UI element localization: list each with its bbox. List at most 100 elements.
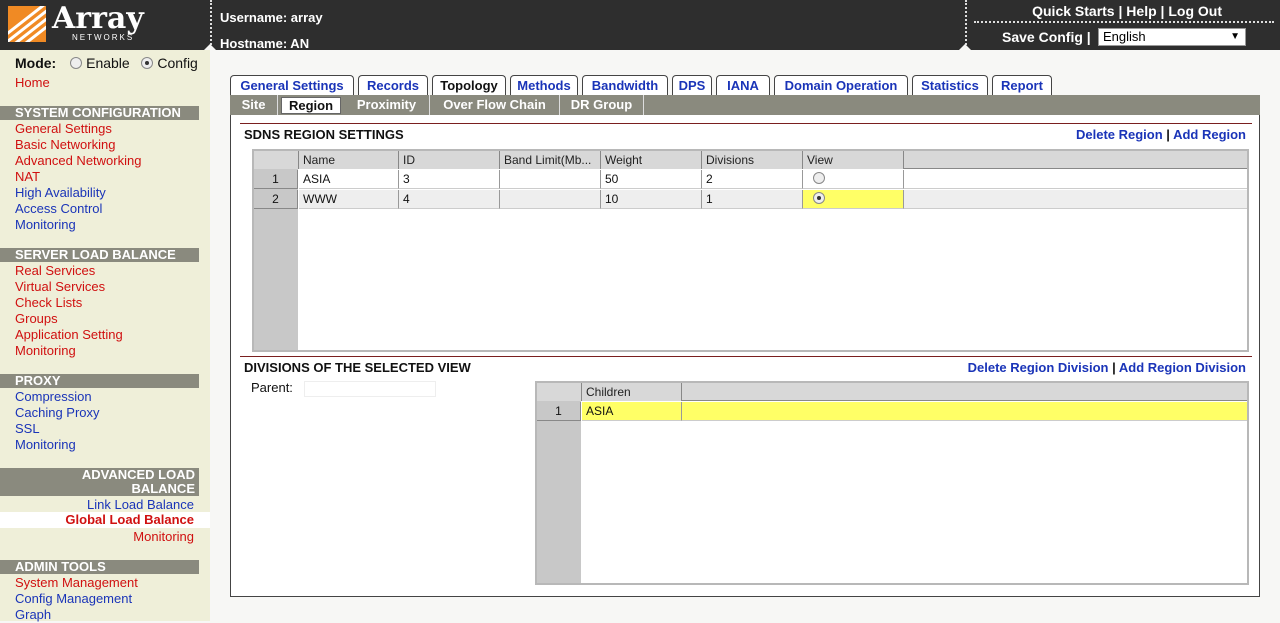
dropdown-arrow-icon: ▼ xyxy=(1230,31,1240,42)
tab-statistics[interactable]: Statistics xyxy=(912,75,988,95)
cell-empty xyxy=(904,170,1247,189)
cell-id[interactable]: 4 xyxy=(399,190,500,209)
top-bar: Array NETWORKS Username: array Hostname:… xyxy=(0,0,1280,51)
sidebar-item-alb-monitoring[interactable]: Monitoring xyxy=(133,529,194,545)
divider xyxy=(974,21,1274,23)
logo-subtext: NETWORKS xyxy=(72,33,135,42)
children-table: Children 1 ASIA xyxy=(535,381,1249,585)
divisions-panel-title: DIVISIONS OF THE SELECTED VIEW xyxy=(244,360,471,375)
divider xyxy=(210,0,212,48)
tab-domain-operation[interactable]: Domain Operation xyxy=(774,75,908,95)
sidebar-item-ssl[interactable]: SSL xyxy=(15,421,40,437)
delete-region-link[interactable]: Delete Region xyxy=(1076,127,1163,142)
cell-weight[interactable]: 50 xyxy=(601,170,702,189)
row-number: 2 xyxy=(254,190,298,209)
section-title-line: ADVANCED LOAD xyxy=(81,467,195,482)
tab-records[interactable]: Records xyxy=(358,75,428,95)
header-links: Quick Starts | Help | Log Out xyxy=(1032,3,1222,19)
add-region-division-link[interactable]: Add Region Division xyxy=(1119,360,1246,375)
cell-band-limit[interactable] xyxy=(500,170,601,189)
cell-weight[interactable]: 10 xyxy=(601,190,702,209)
sidebar-item-system-management[interactable]: System Management xyxy=(15,575,138,591)
username-label: Username: array xyxy=(220,10,323,25)
sidebar: Mode: Enable Config Home SYSTEM CONFIGUR… xyxy=(0,50,210,622)
cell-divisions[interactable]: 1 xyxy=(702,190,803,209)
corner-cell xyxy=(537,383,582,401)
divider xyxy=(240,356,1252,357)
section-admin-tools: ADMIN TOOLS xyxy=(0,560,199,574)
subtab-region[interactable]: Region xyxy=(281,97,341,114)
sidebar-item-application-setting[interactable]: Application Setting xyxy=(15,327,123,343)
sidebar-item-monitoring[interactable]: Monitoring xyxy=(15,217,76,233)
subtab-over-flow-chain[interactable]: Over Flow Chain xyxy=(430,95,560,115)
sidebar-item-nat[interactable]: NAT xyxy=(15,169,40,185)
sidebar-item-general-settings[interactable]: General Settings xyxy=(15,121,112,137)
sidebar-item-high-availability[interactable]: High Availability xyxy=(15,185,106,201)
view-radio[interactable] xyxy=(813,192,825,204)
sidebar-item-access-control[interactable]: Access Control xyxy=(15,201,102,217)
mode-config-radio[interactable] xyxy=(141,57,154,69)
language-value: English xyxy=(1103,29,1146,44)
mode-switch: Mode: Enable Config xyxy=(15,55,198,71)
add-region-link[interactable]: Add Region xyxy=(1173,127,1246,142)
cell-id[interactable]: 3 xyxy=(399,170,500,189)
column-header-children[interactable]: Children xyxy=(582,383,682,401)
cell-view xyxy=(803,190,904,209)
tab-dps[interactable]: DPS xyxy=(672,75,712,95)
cell-empty xyxy=(904,190,1247,209)
parent-field[interactable] xyxy=(304,381,436,397)
subtab-site[interactable]: Site xyxy=(230,95,278,115)
sidebar-item-real-services[interactable]: Real Services xyxy=(15,263,95,279)
log-out-link[interactable]: Log Out xyxy=(1168,3,1222,19)
sidebar-item-caching-proxy[interactable]: Caching Proxy xyxy=(15,405,100,421)
tab-iana[interactable]: IANA xyxy=(716,75,770,95)
section-advanced-load-balance: ADVANCED LOAD BALANCE xyxy=(0,468,199,496)
cell-band-limit[interactable] xyxy=(500,190,601,209)
cell-name[interactable]: WWW xyxy=(299,190,399,209)
sidebar-item-advanced-networking[interactable]: Advanced Networking xyxy=(15,153,141,169)
view-radio[interactable] xyxy=(813,172,825,184)
tab-report[interactable]: Report xyxy=(992,75,1052,95)
tab-methods[interactable]: Methods xyxy=(510,75,578,95)
column-header-id[interactable]: ID xyxy=(399,151,500,169)
cell-name[interactable]: ASIA xyxy=(299,170,399,189)
column-header-band-limit[interactable]: Band Limit(Mb... xyxy=(500,151,601,169)
tab-bandwidth[interactable]: Bandwidth xyxy=(582,75,668,95)
cell-divisions[interactable]: 2 xyxy=(702,170,803,189)
tab-topology[interactable]: Topology xyxy=(432,75,506,95)
row-number: 1 xyxy=(254,170,298,189)
column-header-name[interactable]: Name xyxy=(299,151,399,169)
delete-region-division-link[interactable]: Delete Region Division xyxy=(968,360,1109,375)
mode-label: Mode: xyxy=(15,55,57,71)
logo-text: Array xyxy=(52,1,144,36)
tab-general-settings[interactable]: General Settings xyxy=(230,75,354,95)
divider xyxy=(240,123,1252,124)
sidebar-item-proxy-monitoring[interactable]: Monitoring xyxy=(15,437,76,453)
sidebar-item-check-lists[interactable]: Check Lists xyxy=(15,295,82,311)
sidebar-item-config-management[interactable]: Config Management xyxy=(15,591,132,607)
sidebar-item-basic-networking[interactable]: Basic Networking xyxy=(15,137,115,153)
sidebar-home[interactable]: Home xyxy=(15,75,50,91)
column-header-view[interactable]: View xyxy=(803,151,904,169)
subtab-dr-group[interactable]: DR Group xyxy=(560,95,644,115)
corner-cell xyxy=(254,151,299,169)
region-panel-title: SDNS REGION SETTINGS xyxy=(244,127,404,142)
column-header-weight[interactable]: Weight xyxy=(601,151,702,169)
sidebar-item-groups[interactable]: Groups xyxy=(15,311,58,327)
column-header-divisions[interactable]: Divisions xyxy=(702,151,803,169)
save-config-link[interactable]: Save Config xyxy=(1002,29,1083,45)
sidebar-item-virtual-services[interactable]: Virtual Services xyxy=(15,279,105,295)
cell-child[interactable]: ASIA xyxy=(582,402,682,421)
sidebar-item-slb-monitoring[interactable]: Monitoring xyxy=(15,343,76,359)
quick-starts-link[interactable]: Quick Starts xyxy=(1032,3,1114,19)
mode-config-label: Config xyxy=(157,55,198,71)
subtab-proximity[interactable]: Proximity xyxy=(344,95,430,115)
table-header: Name ID Band Limit(Mb... Weight Division… xyxy=(254,151,1247,169)
sidebar-item-link-load-balance[interactable]: Link Load Balance xyxy=(87,497,194,513)
language-select[interactable]: English ▼ xyxy=(1098,28,1246,46)
sidebar-item-global-load-balance[interactable]: Global Load Balance xyxy=(65,512,194,528)
region-table: Name ID Band Limit(Mb... Weight Division… xyxy=(252,149,1249,352)
help-link[interactable]: Help xyxy=(1126,3,1156,19)
sidebar-item-compression[interactable]: Compression xyxy=(15,389,92,405)
mode-enable-radio[interactable] xyxy=(70,57,83,69)
